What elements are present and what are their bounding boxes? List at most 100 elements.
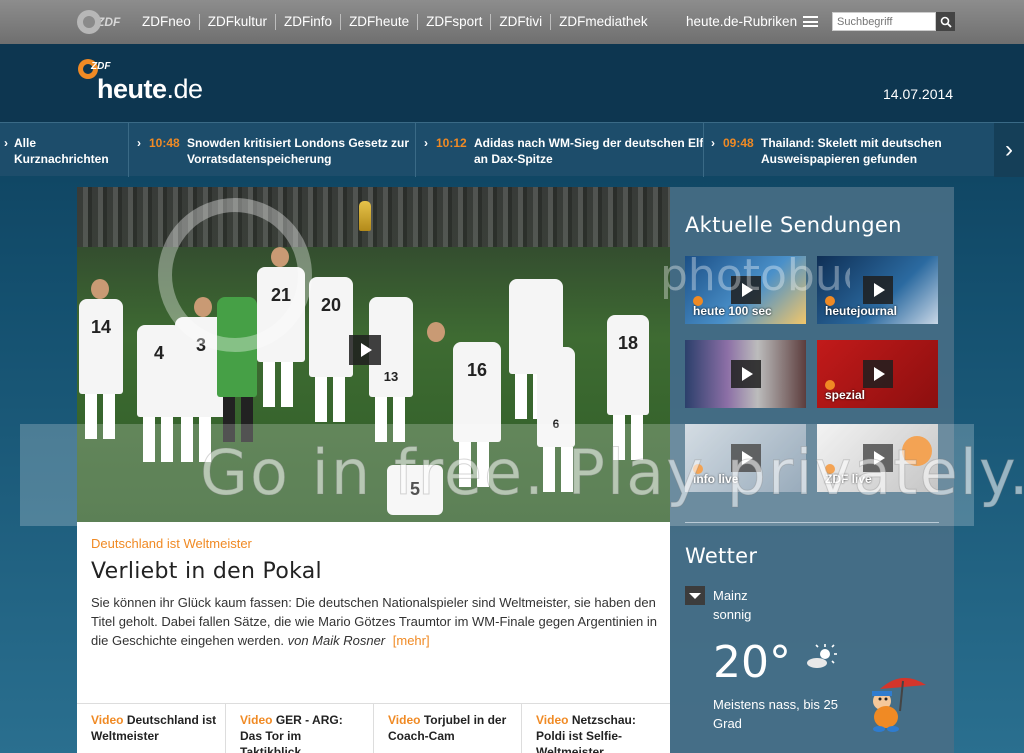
search-button[interactable] bbox=[936, 12, 955, 31]
show-tile-info-live[interactable]: info live bbox=[685, 424, 806, 492]
show-tile-interview[interactable] bbox=[685, 340, 806, 408]
zdf-logo-icon bbox=[902, 436, 932, 466]
chevron-right-icon: › bbox=[4, 136, 8, 150]
play-icon bbox=[742, 283, 753, 297]
play-icon bbox=[742, 367, 753, 381]
player-figure: 6 bbox=[537, 347, 575, 492]
play-icon bbox=[361, 343, 372, 357]
player-head bbox=[427, 322, 445, 342]
player-head bbox=[194, 297, 212, 317]
ticker-next-arrow-icon[interactable]: › bbox=[994, 123, 1024, 177]
weather-condition: sonnig bbox=[713, 607, 752, 622]
hero-video-image[interactable]: 14 4 3 21 20 13 16 18 6 5 bbox=[77, 187, 670, 522]
nav-link-zdfneo[interactable]: ZDFneo bbox=[134, 14, 199, 30]
chevron-right-icon: › bbox=[711, 136, 715, 150]
show-label: heute 100 sec bbox=[693, 304, 772, 318]
related-video-link[interactable]: Video Deutschland ist Weltmeister bbox=[77, 704, 225, 753]
show-tile-heute-100sec[interactable]: heute 100 sec bbox=[685, 256, 806, 324]
show-tile-heutejournal[interactable]: heutejournal bbox=[817, 256, 938, 324]
ticker-headline: Thailand: Skelett mit deutschen Ausweisp… bbox=[761, 136, 942, 166]
ticker-headline: Adidas nach WM-Sieg der deutschen Elf an… bbox=[474, 136, 704, 166]
player-figure: 21 bbox=[257, 267, 305, 407]
nav-link-zdfheute[interactable]: ZDFheute bbox=[340, 14, 417, 30]
weather-forecast: Meistens nass, bis 25 Grad bbox=[713, 697, 839, 731]
show-label: info live bbox=[693, 472, 739, 486]
player-figure: 18 bbox=[607, 315, 649, 460]
video-play-button[interactable] bbox=[863, 276, 893, 304]
related-tag: Video bbox=[388, 713, 421, 727]
brand-suffix: .de bbox=[166, 74, 204, 104]
article-byline: von Maik Rosner bbox=[287, 633, 386, 648]
show-label: spezial bbox=[825, 388, 866, 402]
sidebar-divider bbox=[685, 522, 939, 523]
zdf-logo[interactable]: ZDF bbox=[77, 9, 121, 35]
weather-mascot-icon bbox=[872, 677, 926, 732]
player-figure: 5 bbox=[387, 465, 443, 515]
weather-temperature: 20° bbox=[713, 637, 791, 688]
article-kicker[interactable]: Deutschland ist Weltmeister bbox=[91, 536, 252, 551]
zdf-badge-text: ZDF bbox=[91, 61, 111, 72]
current-date: 14.07.2014 bbox=[883, 86, 954, 102]
zdf-logo-circle-icon bbox=[77, 10, 101, 34]
world-cup-trophy-icon bbox=[359, 201, 371, 231]
brand-wordmark: heute.de bbox=[97, 74, 203, 105]
sidebar: Aktuelle Sendungen heute 100 sec heutejo… bbox=[670, 187, 954, 753]
city-dropdown-toggle[interactable] bbox=[685, 586, 705, 605]
play-icon bbox=[874, 451, 885, 465]
top-navigation-bar: ZDF ZDFneo ZDFkultur ZDFinfo ZDFheute ZD… bbox=[0, 0, 1024, 44]
related-video-link[interactable]: Video Torjubel in der Coach-Cam bbox=[373, 704, 521, 753]
ticker-divider bbox=[128, 123, 129, 177]
player-figure: 16 bbox=[453, 342, 501, 487]
video-play-button[interactable] bbox=[731, 276, 761, 304]
search-input[interactable] bbox=[832, 12, 936, 31]
ticker-time: 09:48 bbox=[723, 136, 754, 150]
related-video-link[interactable]: Video GER - ARG: Das Tor im Taktikblick bbox=[225, 704, 373, 753]
chevron-right-icon: › bbox=[137, 136, 141, 150]
show-tile-zdf-live[interactable]: ZDF live bbox=[817, 424, 938, 492]
play-icon bbox=[874, 367, 885, 381]
nav-link-zdftivi[interactable]: ZDFtivi bbox=[490, 14, 550, 30]
player-head bbox=[271, 247, 289, 267]
video-play-button[interactable] bbox=[731, 360, 761, 388]
hamburger-menu-icon bbox=[803, 16, 819, 27]
player-figure: 20 bbox=[309, 277, 353, 422]
related-tag: Video bbox=[240, 713, 273, 727]
news-ticker: › Alle Kurznachrichten › 10:48 Snowden k… bbox=[0, 122, 1024, 177]
read-more-link[interactable]: [mehr] bbox=[393, 633, 430, 648]
player-head bbox=[91, 279, 109, 299]
ticker-headline: Snowden kritisiert Londons Gesetz zur Vo… bbox=[187, 136, 410, 166]
related-video-link[interactable]: Video Netzschau: Poldi ist Selfie-Weltme… bbox=[521, 704, 669, 753]
partly-sunny-icon bbox=[807, 644, 837, 668]
rubriken-label: heute.de-Rubriken bbox=[686, 14, 798, 29]
nav-link-zdfmediathek[interactable]: ZDFmediathek bbox=[550, 14, 656, 30]
all-news-label-1: Alle bbox=[14, 136, 37, 150]
play-icon bbox=[874, 283, 885, 297]
show-label: heutejournal bbox=[825, 304, 898, 318]
video-play-button[interactable] bbox=[349, 335, 381, 365]
video-play-button[interactable] bbox=[863, 360, 893, 388]
ticker-divider bbox=[703, 123, 704, 177]
nav-link-zdfsport[interactable]: ZDFsport bbox=[417, 14, 490, 30]
play-icon bbox=[742, 451, 753, 465]
show-label: ZDF live bbox=[825, 472, 872, 486]
site-header: ZDF heute.de 14.07.2014 bbox=[0, 44, 1024, 122]
rubriken-menu-button[interactable]: heute.de-Rubriken bbox=[686, 14, 819, 29]
brand-main: heute bbox=[97, 74, 167, 104]
related-videos: Video Deutschland ist Weltmeister Video … bbox=[77, 703, 670, 753]
ticker-time: 10:48 bbox=[149, 136, 180, 150]
current-shows-title: Aktuelle Sendungen bbox=[685, 213, 902, 237]
goalkeeper-figure bbox=[217, 297, 257, 442]
stadium-crowd bbox=[77, 187, 670, 247]
ticker-time: 10:12 bbox=[436, 136, 467, 150]
nav-link-zdfinfo[interactable]: ZDFinfo bbox=[275, 14, 340, 30]
chevron-down-icon bbox=[689, 592, 701, 599]
search-icon bbox=[940, 16, 952, 28]
nav-link-zdfkultur[interactable]: ZDFkultur bbox=[198, 14, 275, 30]
video-play-button[interactable] bbox=[863, 444, 893, 472]
all-news-label-2: Kurznachrichten bbox=[14, 152, 109, 166]
show-tile-spezial[interactable]: spezial bbox=[817, 340, 938, 408]
related-tag: Video bbox=[536, 713, 569, 727]
video-play-button[interactable] bbox=[731, 444, 761, 472]
weather-city[interactable]: Mainz bbox=[713, 588, 748, 603]
article-title[interactable]: Verliebt in den Pokal bbox=[91, 559, 322, 584]
